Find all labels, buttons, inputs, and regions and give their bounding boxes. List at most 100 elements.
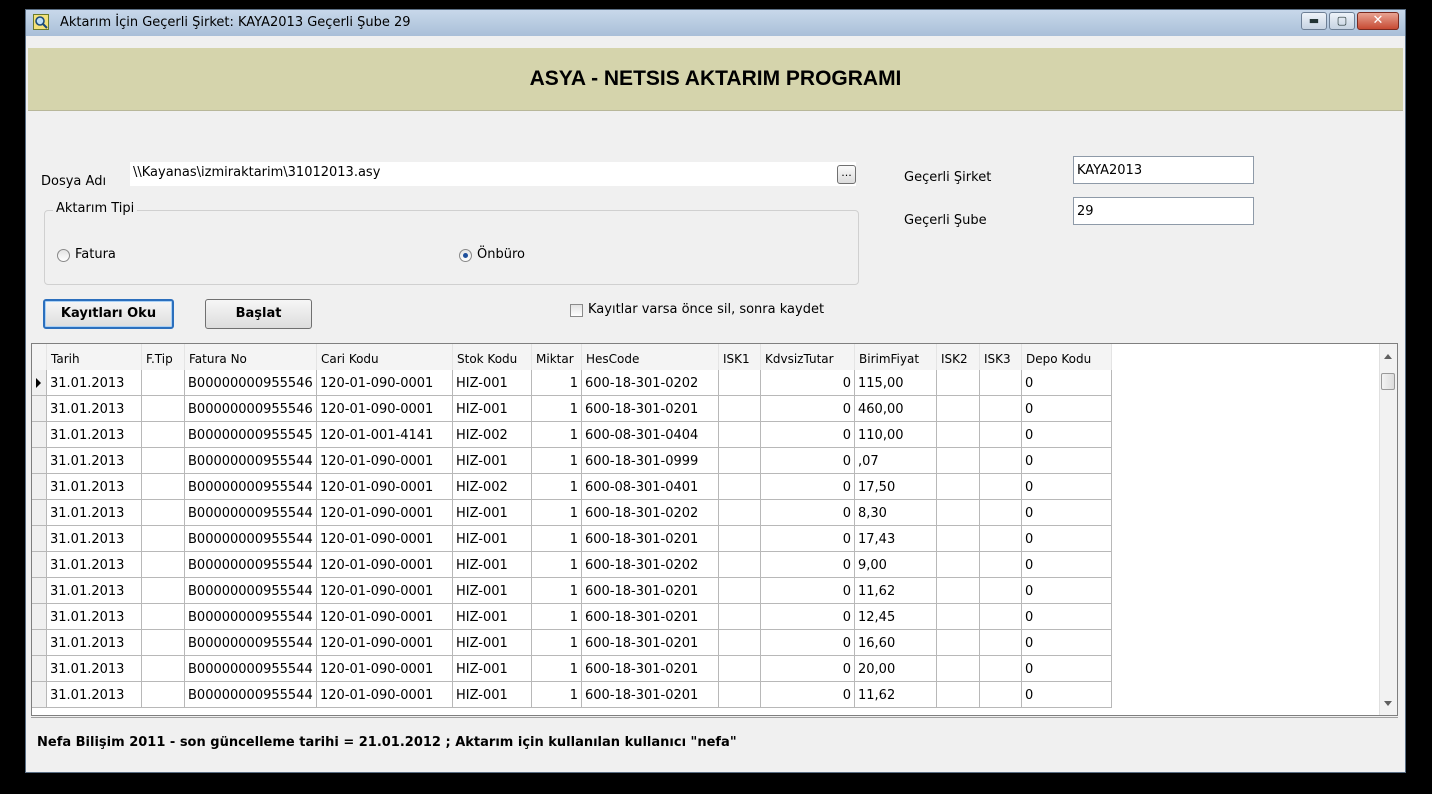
- table-row[interactable]: 31.01.2013 B00000000955544 120-01-090-0001…: [32, 578, 1112, 604]
- table-cell[interactable]: 0: [761, 552, 855, 578]
- table-cell[interactable]: [719, 578, 761, 604]
- table-cell[interactable]: 110,00: [855, 422, 937, 448]
- table-cell[interactable]: 0: [1022, 474, 1112, 500]
- table-cell[interactable]: B00000000955544: [185, 474, 317, 500]
- table-cell[interactable]: [980, 552, 1022, 578]
- table-cell[interactable]: 1: [532, 370, 582, 396]
- table-row[interactable]: 31.01.2013 B00000000955544 120-01-090-0001…: [32, 448, 1112, 474]
- table-cell[interactable]: 600-18-301-0202: [582, 370, 719, 396]
- table-cell[interactable]: 11,62: [855, 578, 937, 604]
- table-row[interactable]: 31.01.2013 B00000000955544 120-01-090-0001…: [32, 500, 1112, 526]
- column-header-4[interactable]: Stok Kodu: [453, 344, 532, 370]
- table-cell[interactable]: 115,00: [855, 370, 937, 396]
- table-cell[interactable]: 0: [1022, 370, 1112, 396]
- table-cell[interactable]: [980, 630, 1022, 656]
- baslat-button[interactable]: Başlat: [205, 299, 312, 329]
- table-cell[interactable]: 120-01-090-0001: [317, 552, 453, 578]
- radio-onburo[interactable]: [459, 249, 472, 262]
- table-cell[interactable]: 31.01.2013: [47, 474, 142, 500]
- table-cell[interactable]: B00000000955546: [185, 396, 317, 422]
- vertical-scrollbar[interactable]: [1379, 344, 1397, 715]
- table-cell[interactable]: 12,45: [855, 604, 937, 630]
- table-cell[interactable]: 600-18-301-0999: [582, 448, 719, 474]
- table-cell[interactable]: 1: [532, 630, 582, 656]
- column-header-0[interactable]: Tarih: [47, 344, 142, 370]
- table-cell[interactable]: HIZ-002: [453, 422, 532, 448]
- table-cell[interactable]: [142, 630, 185, 656]
- table-cell[interactable]: HIZ-002: [453, 474, 532, 500]
- table-cell[interactable]: B00000000955544: [185, 682, 317, 708]
- table-row[interactable]: 31.01.2013 B00000000955546 120-01-090-0001…: [32, 370, 1112, 396]
- table-cell[interactable]: HIZ-001: [453, 448, 532, 474]
- table-cell[interactable]: [980, 604, 1022, 630]
- row-indicator[interactable]: [32, 370, 47, 396]
- table-cell[interactable]: HIZ-001: [453, 604, 532, 630]
- kayitlari-oku-button[interactable]: Kayıtları Oku: [43, 299, 174, 329]
- radio-fatura-label[interactable]: Fatura: [75, 247, 116, 262]
- table-cell[interactable]: 31.01.2013: [47, 370, 142, 396]
- table-cell[interactable]: 0: [1022, 526, 1112, 552]
- table-cell[interactable]: [719, 604, 761, 630]
- table-cell[interactable]: [719, 396, 761, 422]
- table-cell[interactable]: [937, 578, 980, 604]
- gecerli-sube-field[interactable]: 29: [1073, 197, 1254, 225]
- table-cell[interactable]: 0: [1022, 500, 1112, 526]
- table-cell[interactable]: 1: [532, 448, 582, 474]
- table-cell[interactable]: [142, 682, 185, 708]
- table-row[interactable]: 31.01.2013 B00000000955544 120-01-090-0001…: [32, 682, 1112, 708]
- table-row[interactable]: 31.01.2013 B00000000955544 120-01-090-0001…: [32, 474, 1112, 500]
- table-cell[interactable]: B00000000955544: [185, 630, 317, 656]
- table-cell[interactable]: 600-08-301-0401: [582, 474, 719, 500]
- table-cell[interactable]: 120-01-090-0001: [317, 604, 453, 630]
- maximize-button[interactable]: ▢: [1329, 12, 1355, 30]
- table-row[interactable]: 31.01.2013 B00000000955544 120-01-090-0001…: [32, 630, 1112, 656]
- table-cell[interactable]: 16,60: [855, 630, 937, 656]
- table-cell[interactable]: [980, 682, 1022, 708]
- table-cell[interactable]: [980, 526, 1022, 552]
- table-cell[interactable]: 0: [761, 656, 855, 682]
- table-cell[interactable]: B00000000955545: [185, 422, 317, 448]
- table-cell[interactable]: 31.01.2013: [47, 526, 142, 552]
- table-cell[interactable]: 600-18-301-0201: [582, 526, 719, 552]
- table-cell[interactable]: 0: [761, 682, 855, 708]
- table-cell[interactable]: 8,30: [855, 500, 937, 526]
- table-cell[interactable]: [980, 422, 1022, 448]
- row-indicator[interactable]: [32, 552, 47, 578]
- table-cell[interactable]: 0: [761, 370, 855, 396]
- table-cell[interactable]: [142, 604, 185, 630]
- table-cell[interactable]: 0: [1022, 578, 1112, 604]
- table-cell[interactable]: 600-18-301-0202: [582, 552, 719, 578]
- table-cell[interactable]: [980, 370, 1022, 396]
- table-cell[interactable]: 0: [761, 448, 855, 474]
- table-cell[interactable]: 120-01-090-0001: [317, 578, 453, 604]
- scroll-up-icon[interactable]: [1384, 354, 1392, 359]
- table-cell[interactable]: 1: [532, 578, 582, 604]
- table-cell[interactable]: [719, 526, 761, 552]
- table-row[interactable]: 31.01.2013 B00000000955544 120-01-090-0001…: [32, 656, 1112, 682]
- table-cell[interactable]: [937, 552, 980, 578]
- table-cell[interactable]: 120-01-090-0001: [317, 448, 453, 474]
- table-cell[interactable]: 17,50: [855, 474, 937, 500]
- table-cell[interactable]: 120-01-090-0001: [317, 474, 453, 500]
- table-cell[interactable]: 0: [761, 396, 855, 422]
- table-cell[interactable]: 0: [1022, 682, 1112, 708]
- table-cell[interactable]: B00000000955544: [185, 448, 317, 474]
- table-cell[interactable]: [719, 500, 761, 526]
- table-cell[interactable]: ,07: [855, 448, 937, 474]
- table-cell[interactable]: 0: [761, 604, 855, 630]
- table-cell[interactable]: [142, 396, 185, 422]
- table-cell[interactable]: B00000000955544: [185, 578, 317, 604]
- table-cell[interactable]: 17,43: [855, 526, 937, 552]
- column-header-5[interactable]: Miktar: [532, 344, 582, 370]
- table-cell[interactable]: 1: [532, 500, 582, 526]
- row-indicator[interactable]: [32, 578, 47, 604]
- table-cell[interactable]: HIZ-001: [453, 500, 532, 526]
- table-cell[interactable]: 20,00: [855, 656, 937, 682]
- table-cell[interactable]: 600-18-301-0201: [582, 682, 719, 708]
- table-cell[interactable]: B00000000955544: [185, 604, 317, 630]
- table-cell[interactable]: HIZ-001: [453, 552, 532, 578]
- table-cell[interactable]: [719, 474, 761, 500]
- table-cell[interactable]: [980, 578, 1022, 604]
- sil-kaydet-checkbox[interactable]: [570, 304, 583, 317]
- table-cell[interactable]: HIZ-001: [453, 578, 532, 604]
